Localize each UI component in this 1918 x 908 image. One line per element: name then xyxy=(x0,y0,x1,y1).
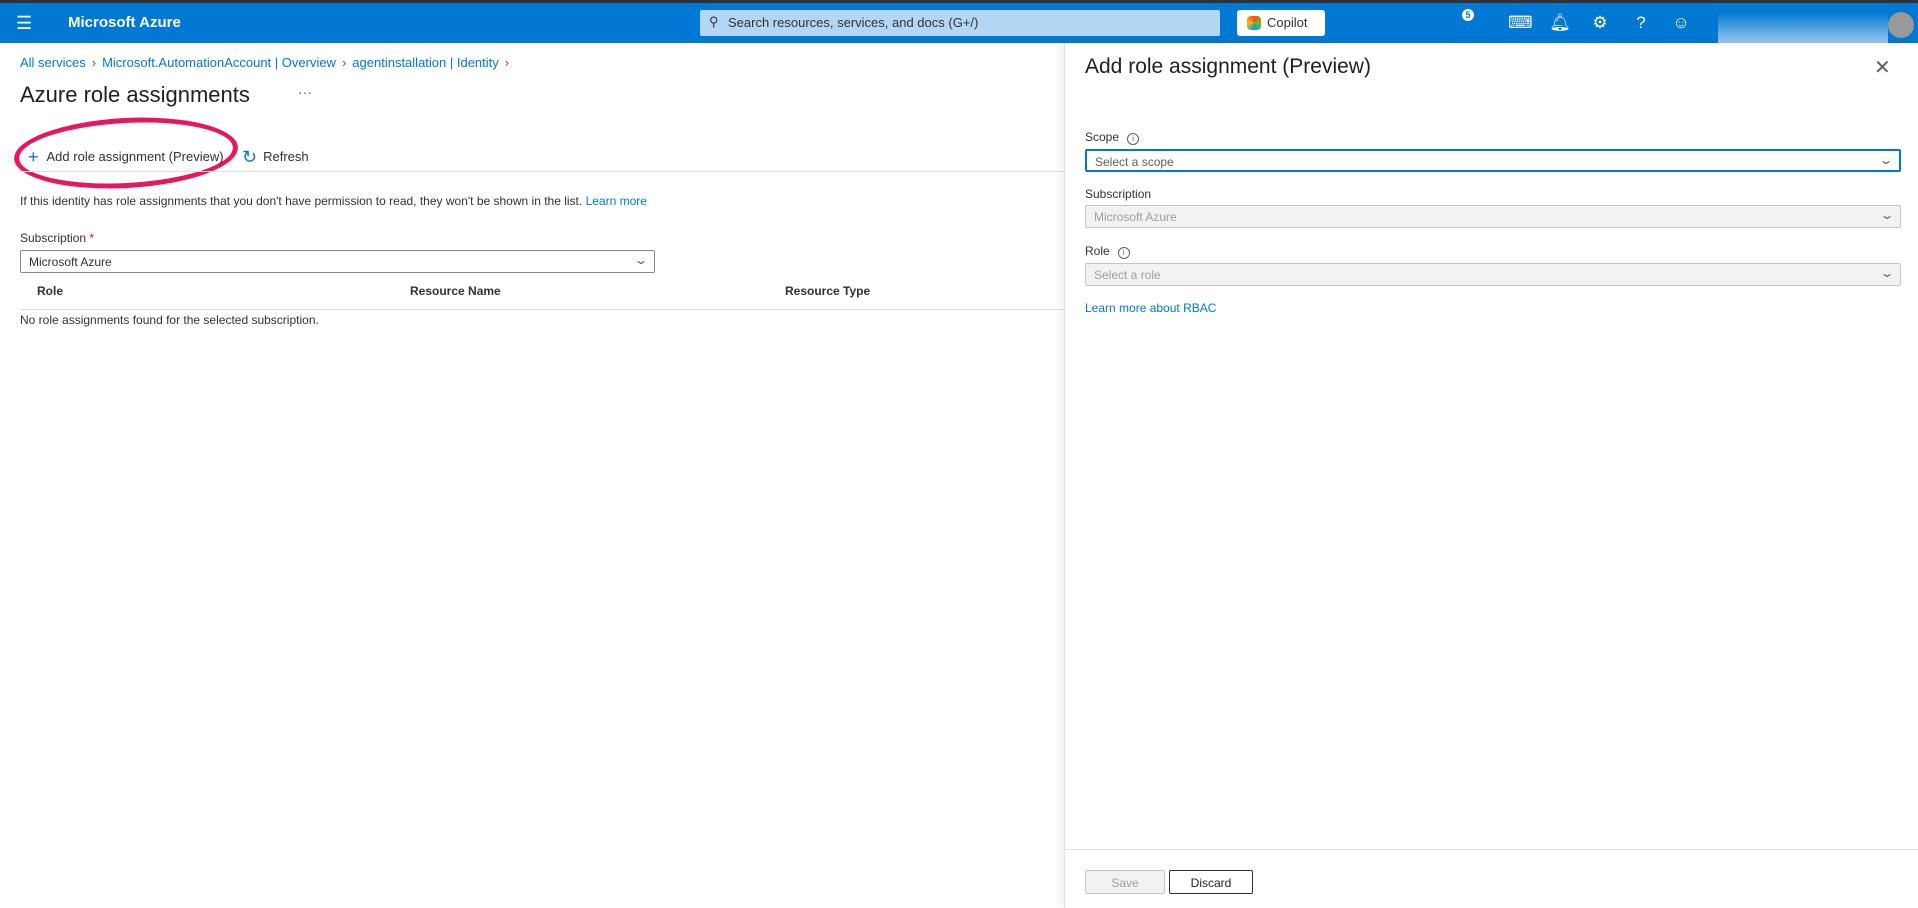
subscription-label: Subscription * xyxy=(20,231,94,245)
refresh-icon: ↻ xyxy=(242,147,258,167)
add-role-assignment-label: Add role assignment (Preview) xyxy=(46,149,224,164)
table-header-divider xyxy=(20,309,1064,310)
column-header-resource-name[interactable]: Resource Name xyxy=(410,284,501,298)
save-button[interactable]: Save xyxy=(1085,870,1165,894)
column-header-resource-type[interactable]: Resource Type xyxy=(785,284,870,298)
panel-subscription-value: Microsoft Azure xyxy=(1094,210,1177,224)
toolbar-divider xyxy=(20,171,1064,172)
add-role-assignment-panel xyxy=(1064,43,1918,908)
learn-more-rbac-link[interactable]: Learn more about RBAC xyxy=(1085,301,1216,315)
avatar[interactable] xyxy=(1888,12,1914,38)
chevron-down-icon: ⌄ xyxy=(1879,266,1895,280)
notifications-icon[interactable]: 🔔︎ xyxy=(1549,13,1571,33)
top-bar: ☰ Microsoft Azure ⚲ Search resources, ser… xyxy=(0,3,1918,46)
scope-placeholder: Select a scope xyxy=(1095,155,1174,169)
subscription-value: Microsoft Azure xyxy=(29,255,112,269)
refresh-button[interactable]: ↻ Refresh xyxy=(242,147,309,168)
copilot-label: Copilot xyxy=(1267,15,1308,30)
search-icon: ⚲ xyxy=(709,14,719,29)
role-placeholder: Select a role xyxy=(1094,268,1161,282)
required-marker: * xyxy=(89,231,95,245)
scope-label: Scope i xyxy=(1085,130,1140,145)
scope-dropdown[interactable]: Select a scope ⌄ xyxy=(1085,149,1901,172)
brand-link[interactable]: Microsoft Azure xyxy=(68,14,181,31)
help-icon[interactable]: ? xyxy=(1630,13,1652,33)
chevron-down-icon: ⌄ xyxy=(633,253,649,267)
breadcrumb: All services › Microsoft.AutomationAccount… xyxy=(20,55,515,70)
settings-icon[interactable]: ⚙ xyxy=(1589,13,1611,33)
chevron-down-icon: ⌄ xyxy=(1878,153,1894,167)
search-placeholder: Search resources, services, and docs (G+… xyxy=(728,15,979,30)
panel-subscription-dropdown[interactable]: Microsoft Azure ⌄ xyxy=(1085,205,1901,228)
copilot-button[interactable]: Copilot xyxy=(1237,10,1325,36)
cloud-shell-icon[interactable]: ⌨ xyxy=(1508,13,1533,33)
role-dropdown[interactable]: Select a role ⌄ xyxy=(1085,263,1901,286)
panel-subscription-label: Subscription xyxy=(1085,187,1152,201)
info-icon[interactable]: i xyxy=(1117,247,1130,259)
breadcrumb-automation-overview[interactable]: Microsoft.AutomationAccount | Overview xyxy=(102,55,336,70)
search-input[interactable]: ⚲ Search resources, services, and docs (G… xyxy=(700,10,1220,36)
column-header-role[interactable]: Role xyxy=(37,284,63,298)
copilot-icon xyxy=(1247,16,1261,30)
chevron-right-icon: › xyxy=(91,55,97,70)
discard-button[interactable]: Discard xyxy=(1169,870,1253,894)
subscription-dropdown[interactable]: Microsoft Azure ⌄ xyxy=(20,250,655,273)
panel-title: Add role assignment (Preview) xyxy=(1085,55,1371,78)
scope-label-text: Scope xyxy=(1085,130,1120,144)
menu-icon[interactable]: ☰ xyxy=(16,13,32,34)
refresh-label: Refresh xyxy=(263,149,309,164)
plus-icon: + xyxy=(28,147,39,167)
role-label-text: Role xyxy=(1085,244,1110,258)
more-options-button[interactable]: ··· xyxy=(298,84,312,100)
chevron-down-icon: ⌄ xyxy=(1879,208,1895,222)
info-icon[interactable]: i xyxy=(1127,133,1140,145)
account-info[interactable] xyxy=(1718,12,1888,46)
breadcrumb-identity[interactable]: agentinstallation | Identity xyxy=(352,55,498,70)
close-icon[interactable]: ✕ xyxy=(1874,55,1891,80)
info-message: If this identity has role assignments th… xyxy=(20,194,647,208)
notification-badge: 5 xyxy=(1462,9,1474,21)
learn-more-link[interactable]: Learn more xyxy=(586,194,647,208)
subscription-label-text: Subscription xyxy=(20,231,87,245)
page-title: Azure role assignments xyxy=(20,82,250,107)
info-text: If this identity has role assignments th… xyxy=(20,194,583,208)
chevron-right-icon: › xyxy=(341,55,347,70)
empty-table-message: No role assignments found for the select… xyxy=(20,313,319,327)
footer-divider xyxy=(1065,849,1918,850)
breadcrumb-all-services[interactable]: All services xyxy=(20,55,86,70)
add-role-assignment-button[interactable]: + Add role assignment (Preview) xyxy=(28,147,224,168)
chevron-right-icon: › xyxy=(504,55,510,70)
role-label: Role i xyxy=(1085,244,1130,259)
feedback-icon[interactable]: ☺ xyxy=(1670,13,1692,33)
